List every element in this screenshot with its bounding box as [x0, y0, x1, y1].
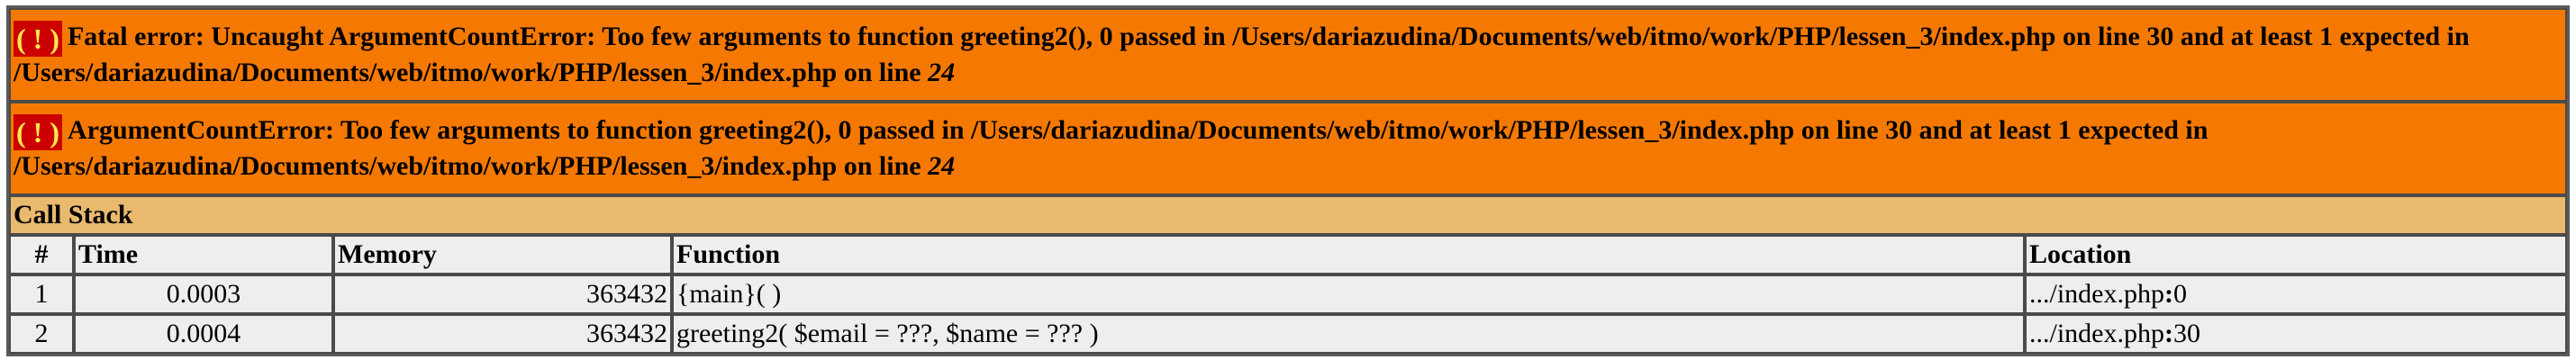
- location-separator: :: [2164, 279, 2173, 309]
- header-location: Location: [2025, 235, 2567, 274]
- row-time: 0.0004: [74, 314, 333, 354]
- exception-message: ( ! ) ArgumentCountError: Too few argumen…: [9, 102, 2567, 195]
- location-line: 30: [2173, 319, 2200, 348]
- fatal-error-line: 24: [928, 58, 956, 87]
- row-num: 2: [9, 314, 74, 354]
- call-stack-title: Call Stack: [9, 195, 2567, 235]
- row-num: 1: [9, 274, 74, 314]
- row-function: greeting2( $email = ???, $name = ??? ): [672, 314, 2025, 354]
- header-memory: Memory: [333, 235, 672, 274]
- error-icon: ( ! ): [14, 21, 62, 57]
- location-line: 0: [2173, 279, 2187, 309]
- table-row: 1 0.0003 363432 {main}( ) .../index.php:…: [9, 274, 2567, 314]
- location-file[interactable]: .../index.php: [2029, 319, 2164, 348]
- call-stack-header: # Time Memory Function Location: [9, 235, 2567, 274]
- header-function: Function: [672, 235, 2025, 274]
- exception-line: 24: [928, 151, 956, 181]
- fatal-error-text: Fatal error: Uncaught ArgumentCountError…: [14, 22, 2470, 87]
- row-memory: 363432: [333, 274, 672, 314]
- row-function: {main}( ): [672, 274, 2025, 314]
- row-location[interactable]: .../index.php:30: [2025, 314, 2567, 354]
- fatal-error-row: ( ! ) Fatal error: Uncaught ArgumentCount…: [9, 8, 2567, 102]
- table-row: 2 0.0004 363432 greeting2( $email = ???,…: [9, 314, 2567, 354]
- row-time: 0.0003: [74, 274, 333, 314]
- header-time: Time: [74, 235, 333, 274]
- row-location[interactable]: .../index.php:0: [2025, 274, 2567, 314]
- fatal-error-message: ( ! ) Fatal error: Uncaught ArgumentCount…: [9, 8, 2567, 102]
- header-num: #: [9, 235, 74, 274]
- exception-text: ArgumentCountError: Too few arguments to…: [14, 115, 2209, 181]
- location-file[interactable]: .../index.php: [2029, 279, 2164, 309]
- xdebug-error-table: ( ! ) Fatal error: Uncaught ArgumentCount…: [6, 5, 2570, 356]
- error-icon: ( ! ): [14, 114, 62, 150]
- exception-row: ( ! ) ArgumentCountError: Too few argumen…: [9, 102, 2567, 195]
- location-separator: :: [2164, 319, 2173, 348]
- row-memory: 363432: [333, 314, 672, 354]
